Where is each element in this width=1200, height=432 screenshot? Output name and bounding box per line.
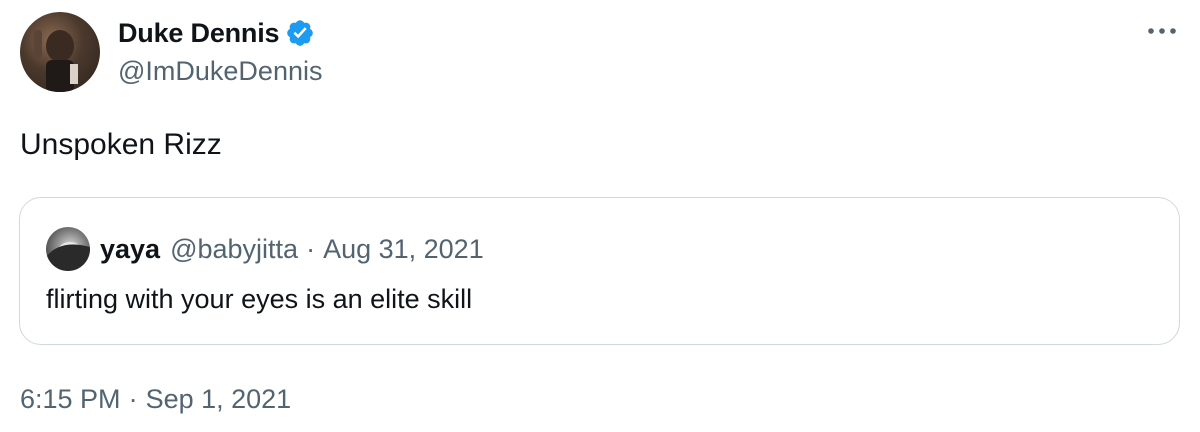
more-options-button[interactable] [1142, 16, 1182, 46]
quoted-tweet-text: flirting with your eyes is an elite skil… [46, 284, 473, 314]
verified-badge-icon[interactable] [285, 18, 315, 48]
author-handle[interactable]: @ImDukeDennis [118, 56, 322, 87]
author-display-name[interactable]: Duke Dennis [118, 18, 280, 49]
quoted-author-avatar [46, 227, 90, 271]
quoted-separator: · [306, 233, 316, 264]
timestamp-separator: · [128, 384, 138, 414]
author-name-row: Duke Dennis [118, 14, 315, 52]
tweet-date: Sep 1, 2021 [145, 384, 292, 414]
quoted-author-name: yaya [100, 233, 161, 264]
tweet-card: Duke Dennis @ImDukeDennis Unspoken Rizz … [0, 0, 1200, 432]
quoted-tweet-card[interactable]: yaya @babyjitta · Aug 31, 2021 flirting … [19, 197, 1180, 345]
quoted-tweet-date: Aug 31, 2021 [323, 233, 484, 264]
tweet-text: Unspoken Rizz [20, 128, 222, 161]
more-horizontal-icon [1148, 28, 1176, 34]
quoted-author-handle: @babyjitta [170, 233, 299, 264]
tweet-time: 6:15 PM [20, 384, 121, 414]
quoted-tweet-header: yaya @babyjitta · Aug 31, 2021 [46, 227, 484, 271]
tweet-timestamp[interactable]: 6:15 PM · Sep 1, 2021 [20, 384, 291, 415]
author-avatar[interactable] [20, 12, 100, 92]
